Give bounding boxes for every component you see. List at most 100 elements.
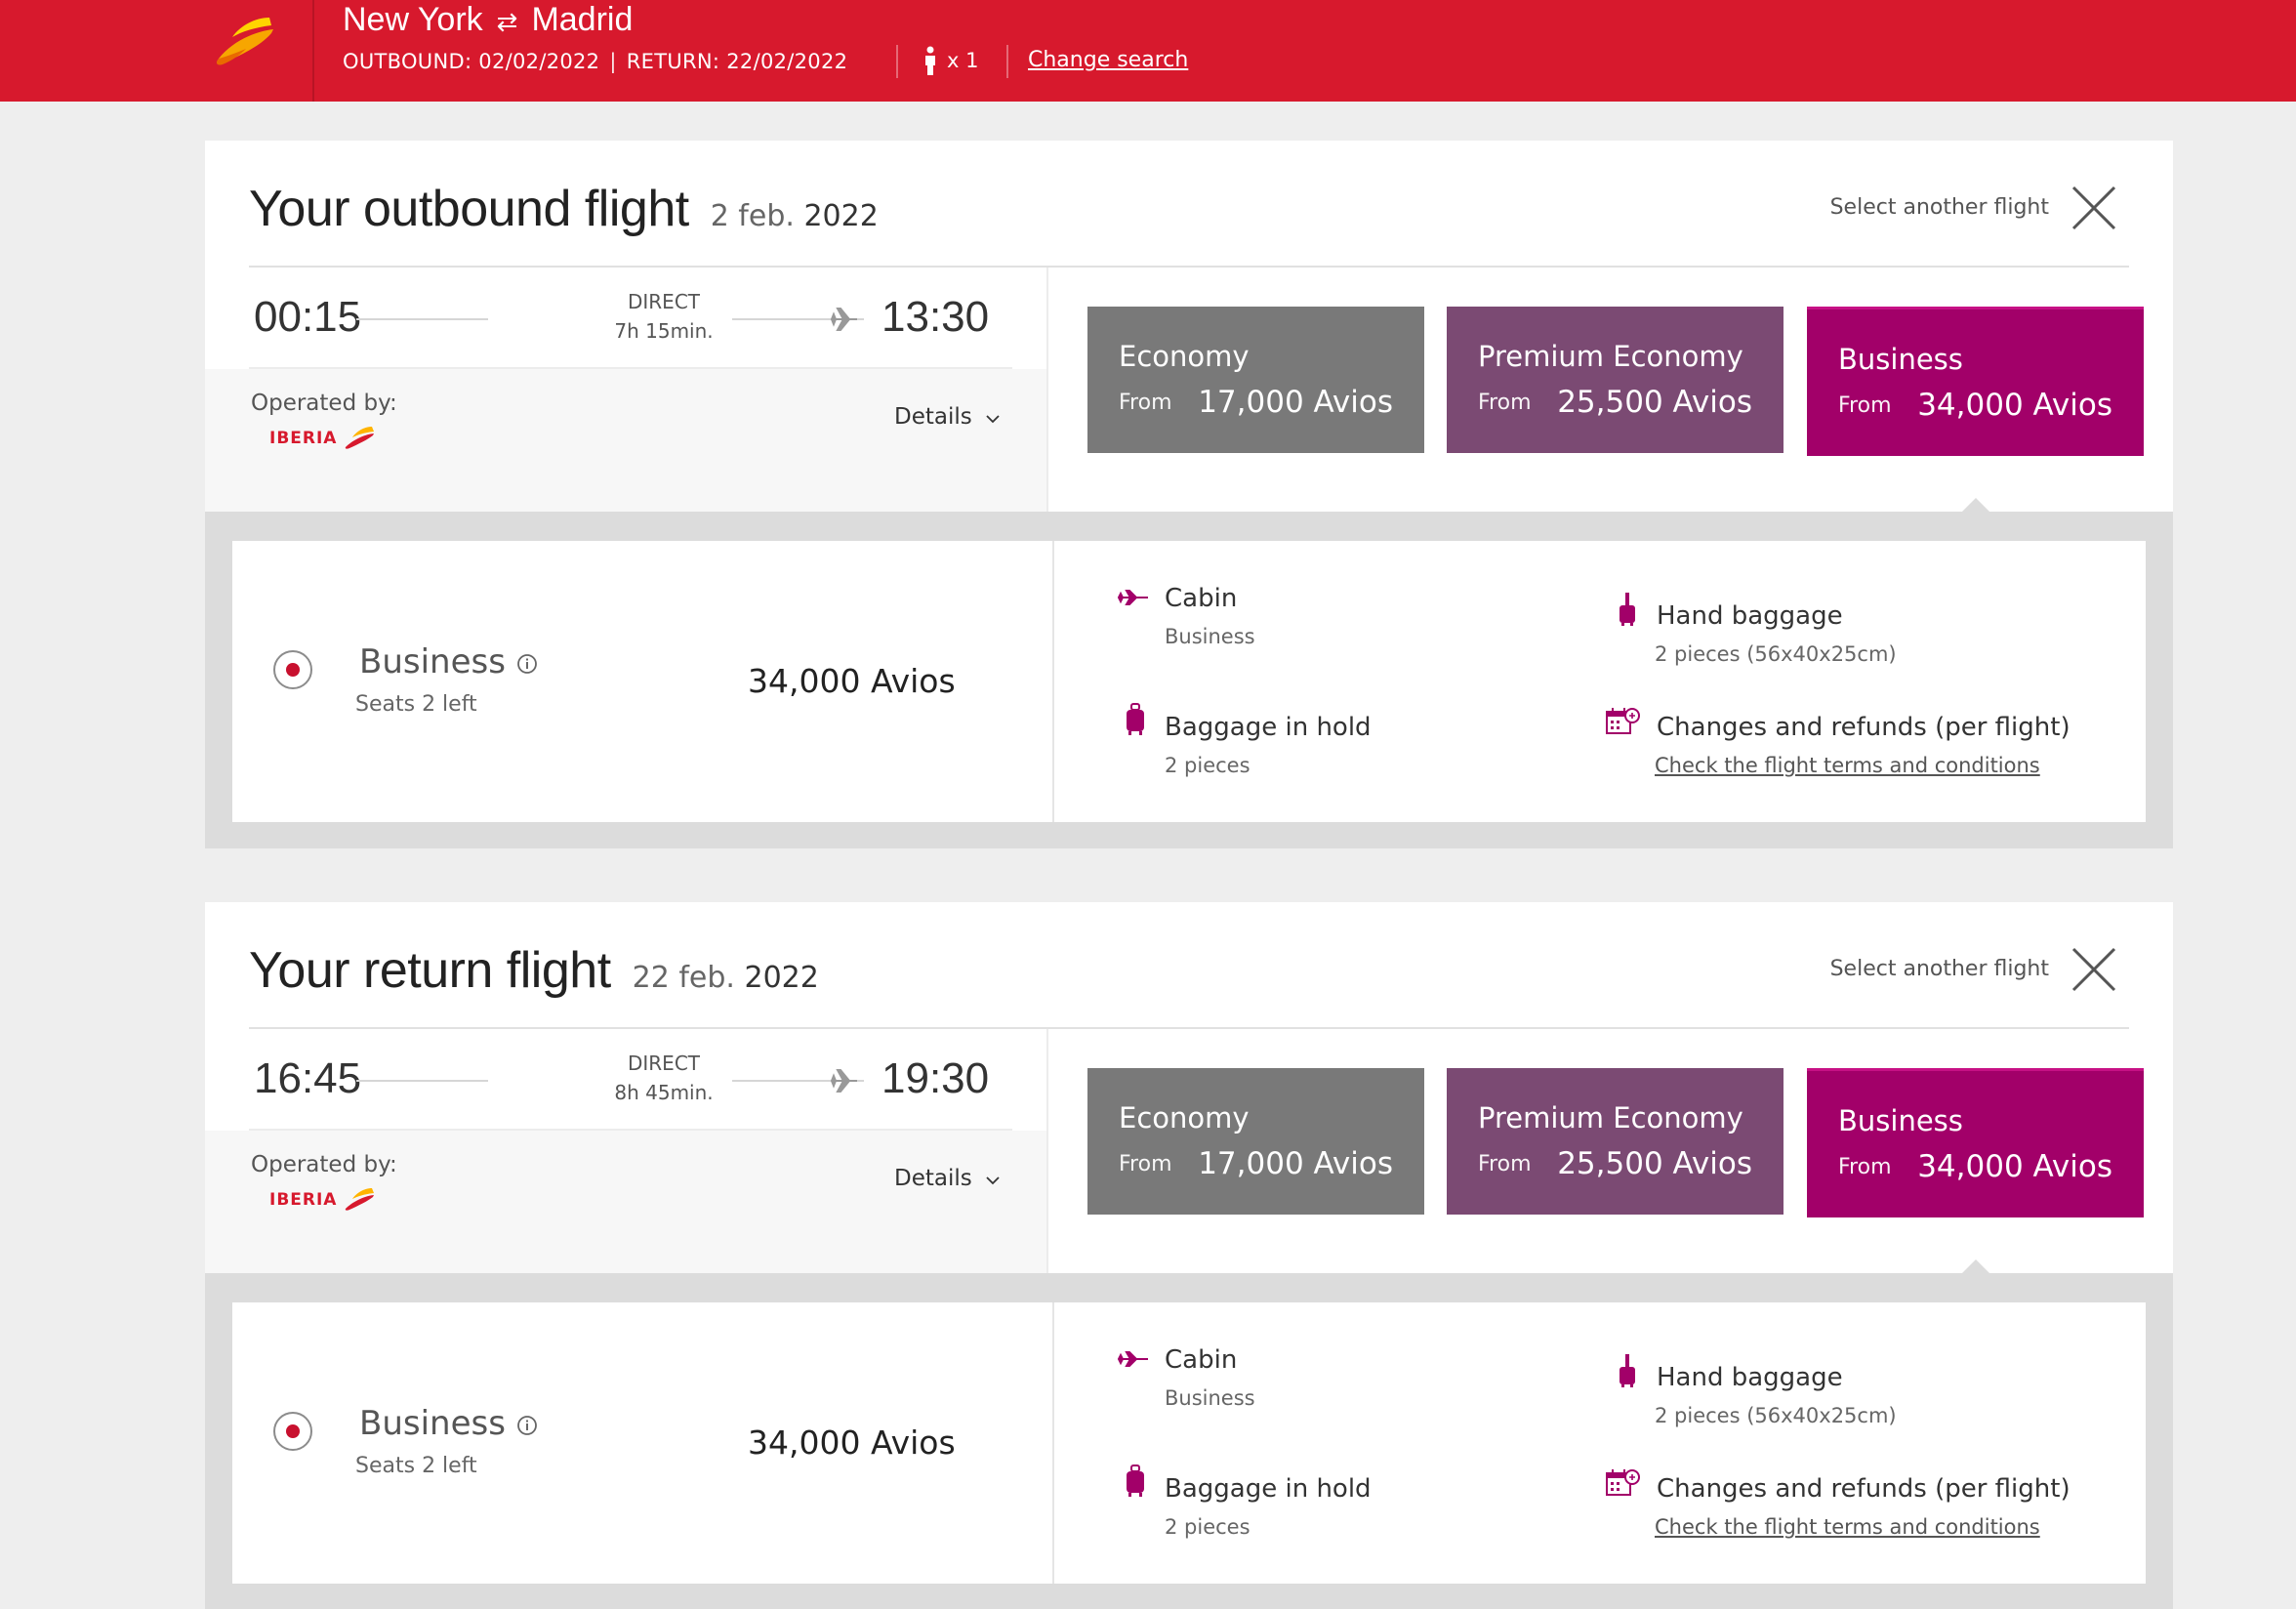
change-search-link[interactable]: Change search: [1028, 48, 1188, 72]
fare-from-label: From: [1119, 1152, 1172, 1176]
fare-name: Economy: [1119, 1101, 1250, 1135]
fare-name: Premium Economy: [1478, 1101, 1743, 1135]
fare-from-label: From: [1119, 391, 1172, 415]
cabin-value: Business: [1165, 625, 1255, 648]
flight-times: 16:45 DIRECT 8h 45min. 19:30: [249, 1029, 1012, 1131]
operator-row: Operated by: IBERIA Details: [205, 369, 1046, 512]
fare-price: 25,500 Avios: [1557, 1146, 1752, 1181]
fare-from-label: From: [1478, 1152, 1532, 1176]
fare-from-label: From: [1838, 393, 1892, 418]
iberia-logo-mark[interactable]: [0, 0, 314, 102]
flight-times: 00:15 DIRECT 7h 15min. 13:30: [249, 268, 1012, 369]
flight-date-day: 22 feb.: [632, 961, 735, 995]
fare-business-button[interactable]: Business From 34,000 Avios: [1807, 1068, 2144, 1217]
hand-baggage-title: Hand baggage: [1657, 1363, 1843, 1392]
cabin-title: Cabin: [1165, 584, 1238, 613]
hand-baggage-icon: [1620, 1354, 1635, 1387]
plane-icon: [830, 308, 857, 331]
plane-icon: [830, 1069, 857, 1093]
details-toggle[interactable]: Details: [894, 1166, 1001, 1191]
iberia-logo-text: IBERIA: [269, 429, 338, 448]
terms-conditions-link[interactable]: Check the flight terms and conditions: [1655, 754, 2040, 777]
hold-baggage-title: Baggage in hold: [1165, 1474, 1372, 1504]
fare-premium-economy-button[interactable]: Premium Economy From 25,500 Avios: [1447, 1068, 1784, 1215]
hand-baggage-icon: [1620, 593, 1635, 626]
passenger-count-label: x 1: [947, 49, 979, 72]
selected-fare-pointer: [1962, 498, 1989, 512]
fare-select-radio[interactable]: [273, 650, 312, 689]
fare-name: Business: [1838, 343, 1963, 376]
top-bar: New York ⇄ Madrid OUTBOUND: 02/02/2022 | RET…: [0, 0, 2296, 102]
trip-dates: OUTBOUND: 02/02/2022 | RETURN: 22/02/2022: [343, 49, 847, 74]
divider: [1046, 1029, 1048, 1273]
cabin-value: Business: [1165, 1386, 1255, 1410]
divider: [1046, 268, 1048, 512]
departure-time: 16:45: [254, 1054, 362, 1102]
swap-arrows-icon: ⇄: [496, 7, 518, 36]
person-icon: [925, 46, 935, 75]
date-separator: |: [609, 50, 617, 73]
changes-refunds-title: Changes and refunds (per flight): [1657, 1474, 2070, 1504]
select-another-flight-label[interactable]: Select another flight: [1830, 957, 2049, 981]
flight-date-year: 2022: [803, 199, 879, 233]
direct-label: DIRECT: [627, 1052, 700, 1075]
info-icon[interactable]: [516, 653, 538, 675]
fare-price: 34,000 Avios: [1917, 1149, 2112, 1184]
flight-duration: 8h 45min.: [614, 1081, 714, 1104]
fare-price: 34,000 Avios: [1917, 388, 2112, 423]
flight-type: DIRECT 8h 45min.: [576, 1049, 752, 1107]
flight-date-year: 2022: [744, 961, 819, 995]
fare-price: 17,000 Avios: [1198, 1146, 1393, 1181]
hand-baggage-value: 2 pieces (56x40x25cm): [1655, 642, 1897, 666]
fare-economy-button[interactable]: Economy From 17,000 Avios: [1087, 307, 1424, 453]
flight-date: 2 feb. 2022: [711, 199, 879, 233]
details-label: Details: [894, 1166, 972, 1191]
selected-fare-pointer: [1962, 1259, 1989, 1273]
route-line: [356, 318, 488, 320]
details-label: Details: [894, 404, 972, 430]
arrival-time: 13:30: [882, 293, 990, 341]
departure-time: 00:15: [254, 293, 362, 341]
iberia-wing-icon: [345, 427, 374, 449]
iberia-wing-icon: [345, 1188, 374, 1211]
changes-refunds-title: Changes and refunds (per flight): [1657, 713, 2070, 742]
fare-name: Business: [1838, 1104, 1963, 1137]
return-date: RETURN: 22/02/2022: [626, 50, 848, 73]
divider: [896, 45, 898, 78]
fare-economy-button[interactable]: Economy From 17,000 Avios: [1087, 1068, 1424, 1215]
route-line: [356, 1080, 488, 1082]
info-icon[interactable]: [516, 1415, 538, 1436]
hold-baggage-value: 2 pieces: [1165, 1515, 1250, 1539]
iberia-wing-icon: [216, 18, 273, 65]
fare-name: Economy: [1119, 340, 1250, 373]
seats-left: Seats 2 left: [355, 1454, 477, 1478]
terms-conditions-link[interactable]: Check the flight terms and conditions: [1655, 1515, 2040, 1539]
hold-baggage-icon: [1127, 703, 1144, 735]
flight-date-day: 2 feb.: [710, 199, 795, 233]
calendar-refund-icon: [1606, 708, 1640, 734]
flight-card-header: Your outbound flight 2 feb. 2022 Select …: [205, 141, 2173, 512]
fare-select-radio[interactable]: [273, 1412, 312, 1451]
select-another-flight-label[interactable]: Select another flight: [1830, 195, 2049, 220]
direct-label: DIRECT: [627, 290, 700, 313]
details-toggle[interactable]: Details: [894, 404, 1001, 430]
fare-price: 25,500 Avios: [1557, 385, 1752, 420]
flight-date: 22 feb. 2022: [633, 961, 819, 995]
chevron-down-icon: [986, 1176, 1000, 1185]
return-flight-card: Your return flight 22 feb. 2022 Select a…: [205, 902, 2173, 1609]
chevron-down-icon: [986, 415, 1000, 424]
flight-info: 16:45 DIRECT 8h 45min. 19:30 Operated by…: [205, 1029, 1046, 1273]
close-icon[interactable]: [2070, 184, 2118, 232]
fare-premium-economy-button[interactable]: Premium Economy From 25,500 Avios: [1447, 307, 1784, 453]
fare-name: Premium Economy: [1478, 340, 1743, 373]
operator-row: Operated by: IBERIA Details: [205, 1131, 1046, 1273]
hold-baggage-value: 2 pieces: [1165, 754, 1250, 777]
close-icon[interactable]: [2070, 945, 2118, 994]
fare-business-button[interactable]: Business From 34,000 Avios: [1807, 307, 2144, 456]
flight-duration: 7h 15min.: [614, 319, 714, 343]
passenger-count: x 1: [923, 45, 978, 76]
flight-card-title: Your outbound flight: [249, 181, 689, 237]
cabin-plane-icon: [1117, 1351, 1148, 1367]
route-title: New York ⇄ Madrid: [343, 0, 633, 41]
outbound-date: OUTBOUND: 02/02/2022: [343, 50, 600, 73]
